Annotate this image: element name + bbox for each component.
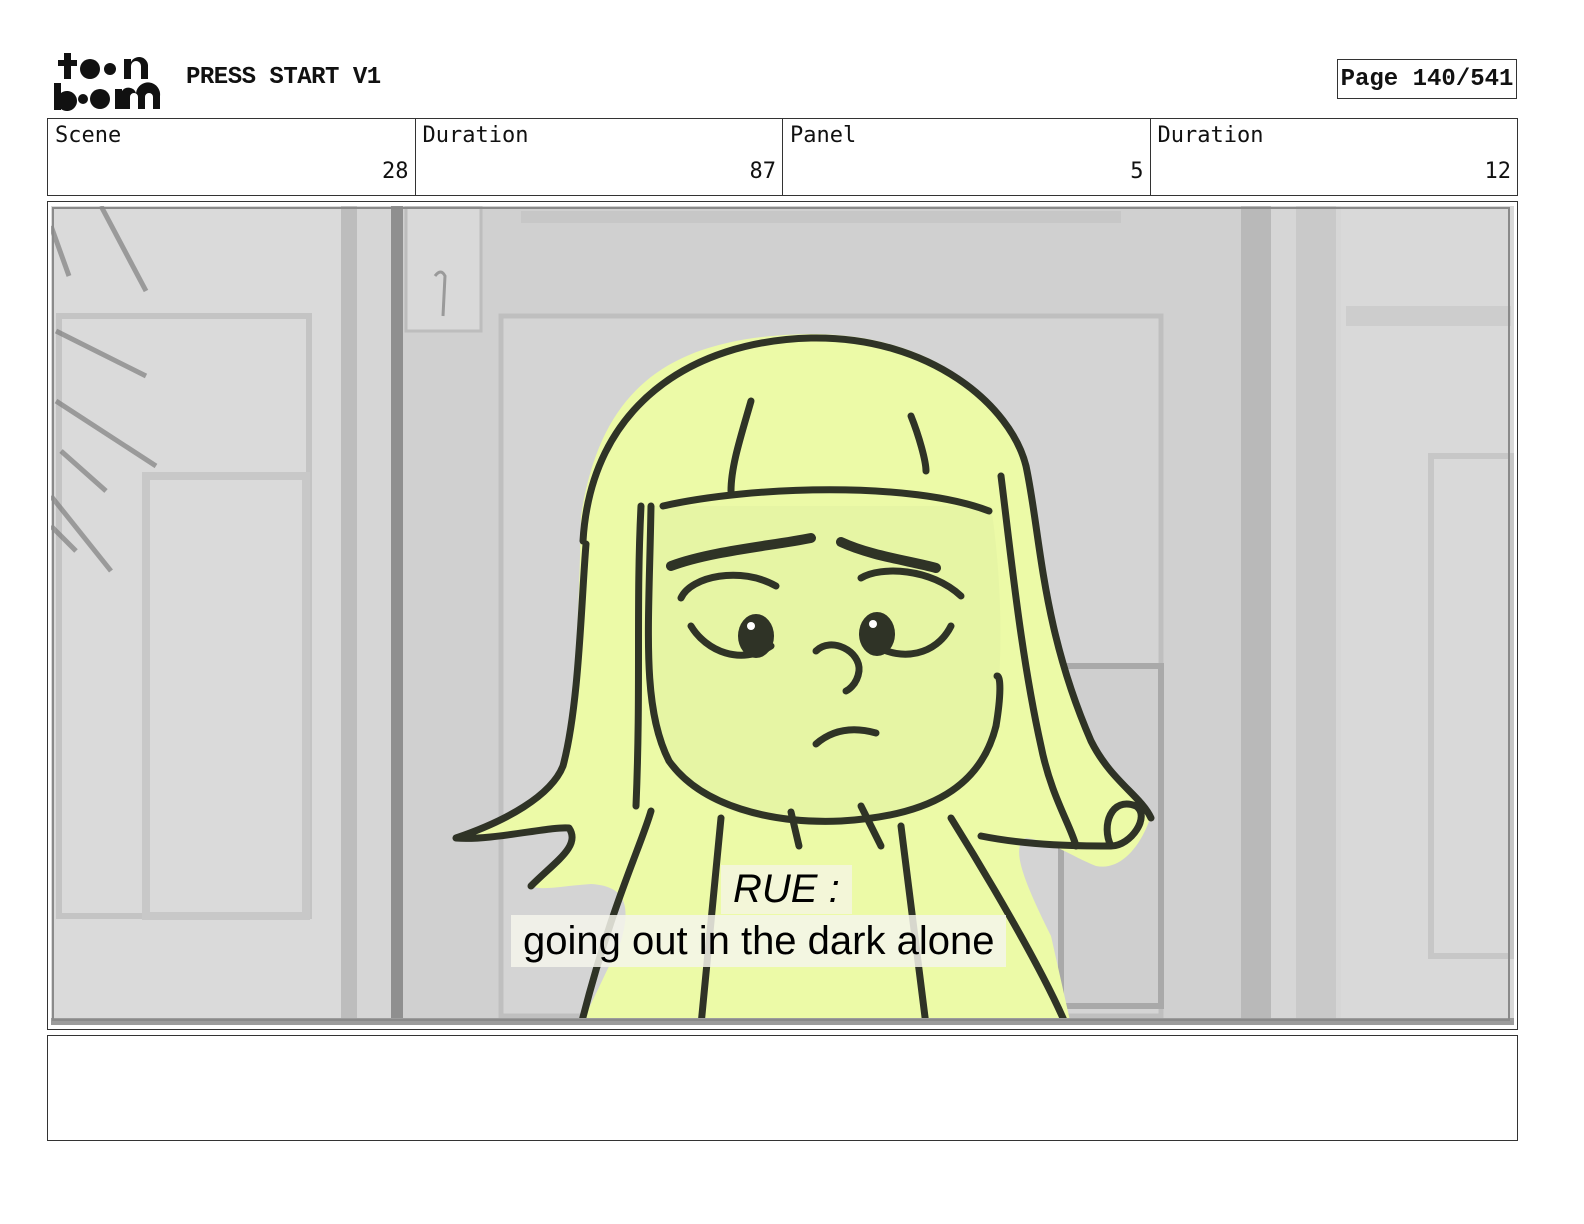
dialogue-speaker: RUE :: [721, 865, 852, 914]
panel-duration-value: 12: [1484, 159, 1512, 184]
storyboard-panel: RUE : going out in the dark alone: [47, 201, 1518, 1030]
scene-cell: Scene 28: [48, 119, 416, 195]
scene-value: 28: [382, 159, 409, 184]
scene-duration-label: Duration: [422, 123, 529, 148]
panel-duration-cell: Duration 12: [1151, 119, 1518, 195]
page-indicator: Page 140/541: [1337, 59, 1517, 99]
panel-cell: Panel 5: [783, 119, 1151, 195]
notes-box: [47, 1035, 1518, 1141]
scene-label: Scene: [55, 123, 122, 148]
scene-duration-cell: Duration 87: [416, 119, 783, 195]
scene-duration-value: 87: [749, 159, 777, 184]
panel-duration-label: Duration: [1157, 123, 1264, 148]
panel-label: Panel: [790, 123, 857, 148]
document-title: PRESS START V1: [186, 64, 381, 91]
panel-value: 5: [1130, 159, 1144, 184]
toon-boom-logo: [54, 53, 161, 111]
panel-info-row: Scene 28 Duration 87 Panel 5 Duration 12: [47, 118, 1518, 196]
dialogue-line: going out in the dark alone: [511, 915, 1007, 967]
